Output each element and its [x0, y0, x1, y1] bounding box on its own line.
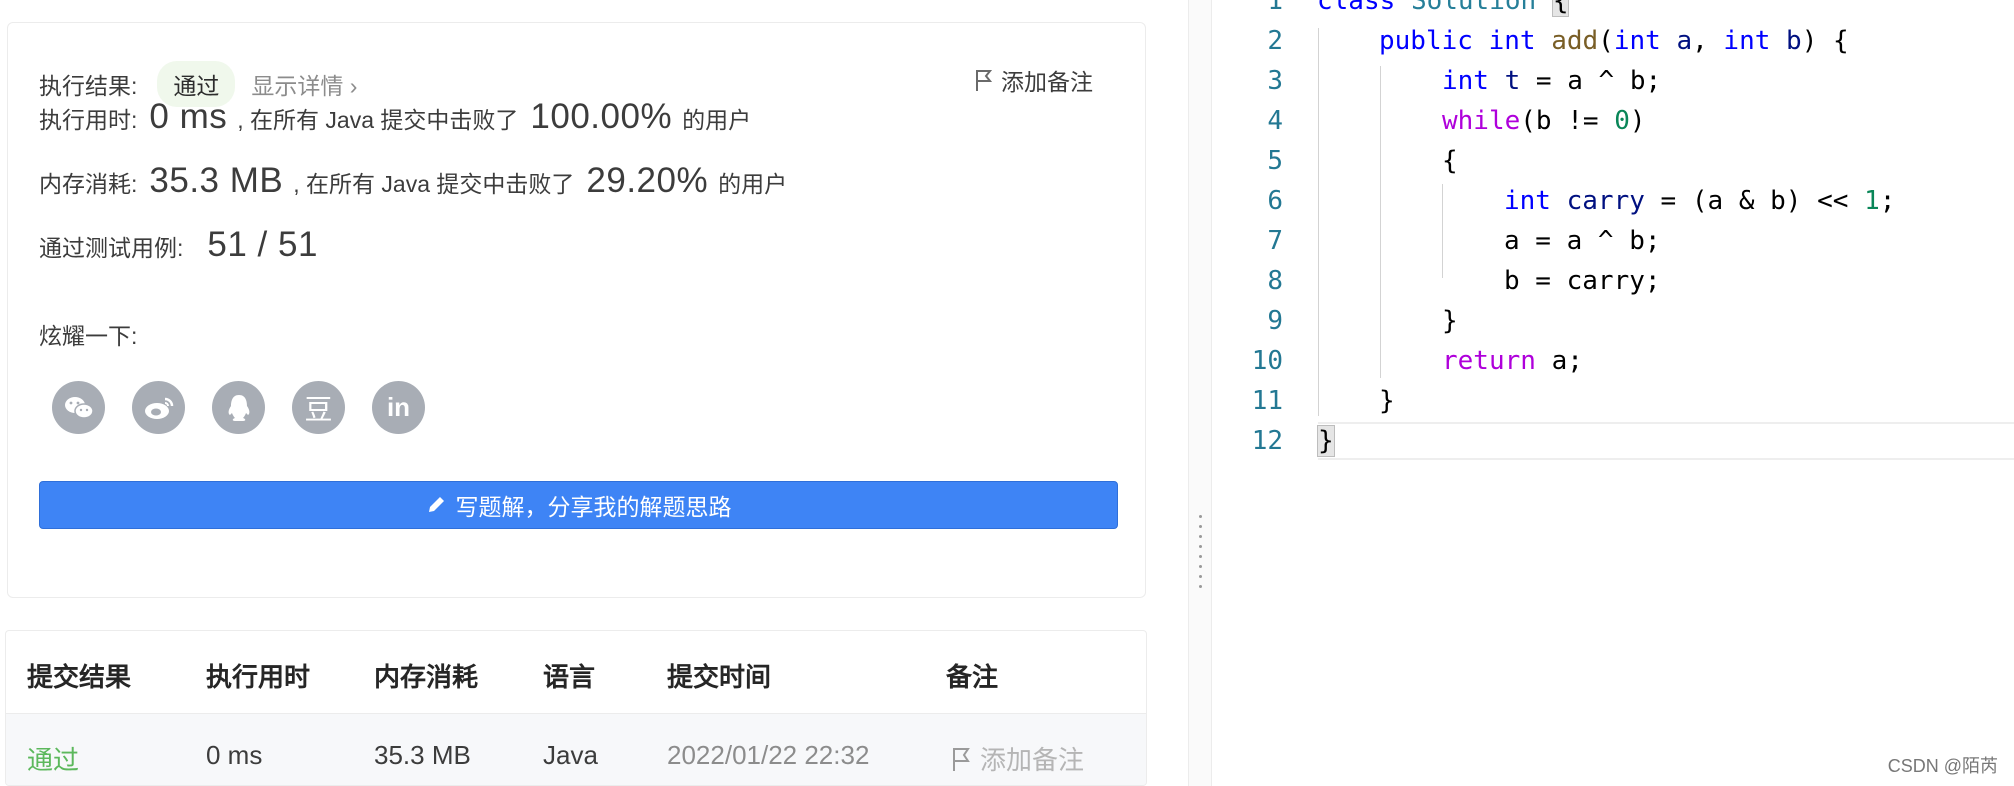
show-details-link[interactable]: 显示详情 › [251, 67, 357, 101]
memory-row: 内存消耗: 35.3 MB , 在所有 Java 提交中击败了 29.20% 的… [39, 161, 787, 201]
code-line: return a; [1442, 346, 1583, 376]
share-label: 炫耀一下: [39, 323, 138, 349]
code-line: } [1379, 386, 1395, 416]
header-result: 提交结果 [27, 662, 132, 692]
write-solution-label: 写题解，分享我的解题思路 [455, 494, 732, 520]
add-note-label: 添加备注 [1001, 69, 1093, 95]
flag-icon [976, 70, 993, 91]
header-memory: 内存消耗 [374, 662, 479, 692]
result-panel: 执行结果: 通过 显示详情 › 添加备注 执行用时: 0 ms , 在所有 Ja… [0, 0, 1188, 786]
header-language: 语言 [543, 662, 596, 692]
watermark: CSDN @陌芮 [1887, 756, 1998, 776]
share-icons: 豆 in [52, 381, 425, 434]
runtime-percentile: 100.00% [530, 97, 673, 136]
submissions-table: 提交结果 执行用时 内存消耗 语言 提交时间 备注 通过 0 ms 35.3 M… [5, 630, 1147, 786]
status-label: 执行结果: [39, 73, 138, 99]
line-number: 7 [1267, 226, 1283, 256]
grip-dots [1199, 515, 1202, 588]
header-note: 备注 [946, 662, 999, 692]
runtime-tail: 的用户 [682, 107, 752, 133]
linkedin-icon[interactable]: in [372, 381, 425, 434]
row-runtime: 0 ms [206, 740, 263, 770]
code-line: while(b != 0) [1442, 106, 1646, 136]
indent-guide [1380, 66, 1381, 378]
code-line: } [1317, 425, 1335, 457]
result-card: 执行结果: 通过 显示详情 › 添加备注 执行用时: 0 ms , 在所有 Ja… [7, 22, 1146, 598]
memory-label: 内存消耗: [39, 171, 138, 197]
memory-value: 35.3 MB [149, 161, 284, 200]
tests-label: 通过测试用例: [39, 235, 184, 261]
row-language: Java [543, 740, 598, 770]
memory-percentile: 29.20% [586, 161, 709, 200]
add-note-button[interactable]: 添加备注 [975, 63, 1093, 97]
code-line: a = a ^ b; [1504, 226, 1661, 256]
code-line: int t = a ^ b; [1442, 66, 1662, 96]
code-line: b = carry; [1504, 266, 1661, 296]
header-time: 提交时间 [667, 662, 772, 692]
douban-glyph: 豆 [304, 393, 333, 425]
memory-beat-text: , 在所有 Java 提交中击败了 [293, 171, 575, 197]
flag-icon [953, 747, 970, 771]
row-add-note-button[interactable]: 添加备注 [952, 740, 1084, 777]
indent-guide [1318, 28, 1319, 416]
line-number: 10 [1251, 346, 1283, 376]
row-memory: 35.3 MB [374, 740, 471, 770]
header-runtime: 执行用时 [206, 662, 311, 692]
row-time: 2022/01/22 22:32 [667, 740, 870, 770]
code-line: class Solution { [1317, 0, 1570, 17]
row-result-link[interactable]: 通过 [27, 740, 79, 777]
share-row-label: 炫耀一下: [39, 317, 137, 351]
code-line: public int add(int a, int b) { [1379, 26, 1849, 56]
tests-value: 51 / 51 [207, 225, 318, 264]
line-number: 2 [1267, 26, 1283, 56]
row-add-note-label: 添加备注 [980, 745, 1085, 775]
pane-resize-handle[interactable] [1188, 0, 1212, 786]
line-number: 4 [1267, 106, 1283, 136]
code-editor[interactable]: 1 2 3 4 5 6 7 8 9 10 11 12 class Solutio… [1213, 0, 2014, 786]
runtime-row: 执行用时: 0 ms , 在所有 Java 提交中击败了 100.00% 的用户 [39, 97, 751, 137]
pencil-icon [428, 497, 444, 512]
weibo-icon[interactable] [132, 381, 185, 434]
qq-icon[interactable] [212, 381, 265, 434]
line-number: 9 [1267, 306, 1283, 336]
line-number: 12 [1251, 426, 1283, 456]
line-number: 1 [1267, 0, 1283, 16]
code-line: int carry = (a & b) << 1; [1504, 186, 1896, 216]
line-number: 5 [1267, 146, 1283, 176]
runtime-beat-text: , 在所有 Java 提交中击败了 [237, 107, 519, 133]
tests-row: 通过测试用例: 51 / 51 [39, 225, 328, 265]
runtime-value: 0 ms [149, 97, 228, 136]
douban-icon[interactable]: 豆 [292, 381, 345, 434]
wechat-icon[interactable] [52, 381, 105, 434]
runtime-label: 执行用时: [39, 107, 138, 133]
table-row[interactable]: 通过 0 ms 35.3 MB Java 2022/01/22 22:32 添加… [6, 713, 1146, 785]
current-line-highlight [1318, 422, 2014, 460]
line-number: 6 [1267, 186, 1283, 216]
code-line: { [1442, 146, 1458, 176]
memory-tail: 的用户 [718, 171, 788, 197]
line-number: 11 [1251, 386, 1283, 416]
line-number: 3 [1267, 66, 1283, 96]
indent-guide [1442, 184, 1443, 278]
linkedin-glyph: in [386, 392, 411, 422]
code-line: } [1442, 306, 1458, 336]
line-number: 8 [1267, 266, 1283, 296]
write-solution-button[interactable]: 写题解，分享我的解题思路 [39, 481, 1118, 529]
